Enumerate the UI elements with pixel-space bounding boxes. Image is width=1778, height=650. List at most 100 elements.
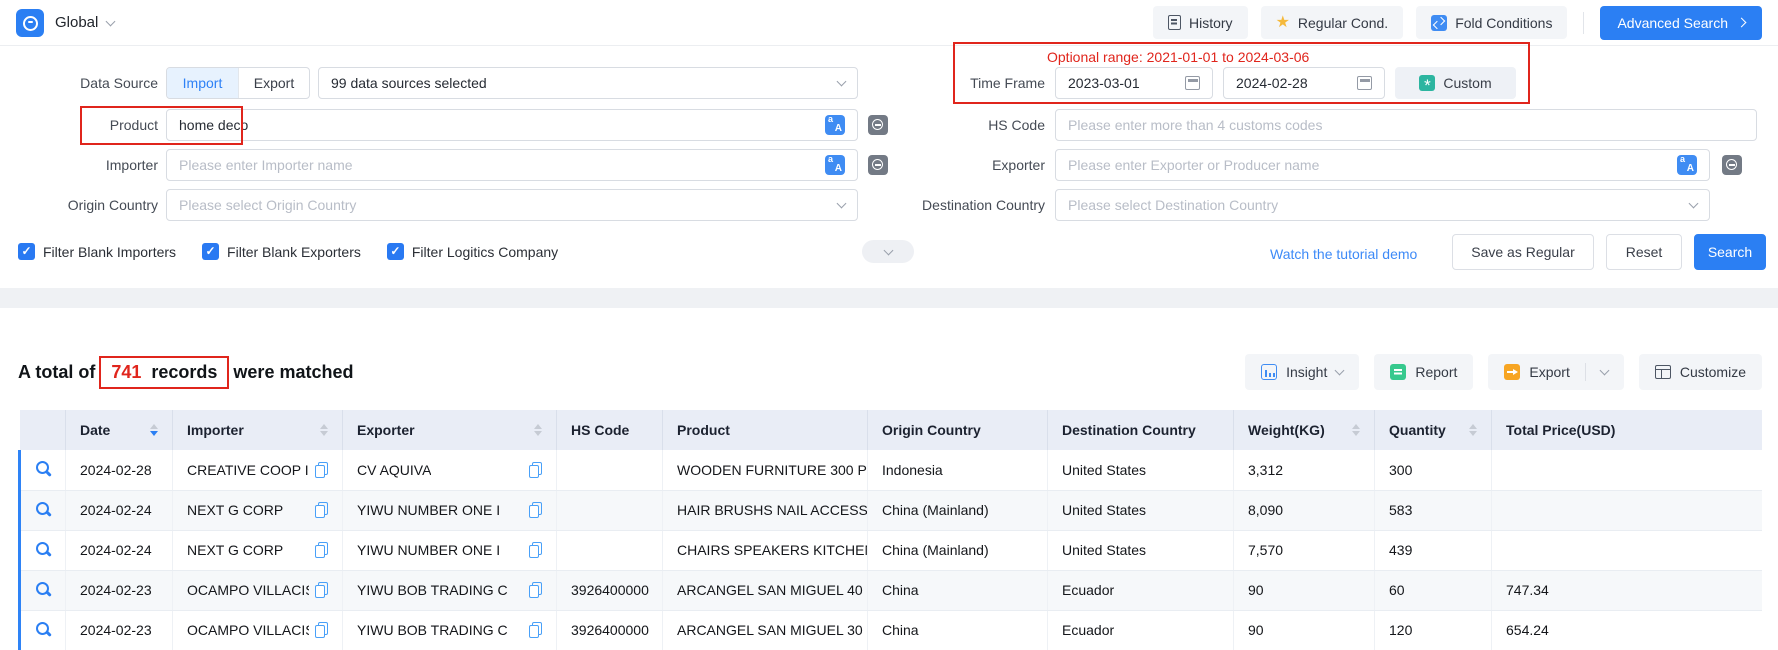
cell-weight: 3,312: [1234, 450, 1375, 490]
report-label: Report: [1415, 364, 1457, 380]
copy-icon[interactable]: [315, 462, 328, 478]
copy-icon[interactable]: [315, 622, 328, 638]
export-button[interactable]: Export: [1488, 354, 1623, 390]
header-product: Product: [663, 410, 868, 450]
cell-date: 2024-02-28: [66, 450, 173, 490]
header-quantity[interactable]: Quantity: [1375, 410, 1492, 450]
view-detail-icon[interactable]: [35, 501, 51, 517]
cell-quantity: 583: [1375, 490, 1492, 530]
insight-button[interactable]: Insight: [1245, 354, 1359, 390]
view-detail-icon[interactable]: [35, 621, 51, 637]
view-detail-icon[interactable]: [35, 460, 51, 476]
cell-product: ARCANGEL SAN MIGUEL 40: [663, 570, 868, 610]
importer-input[interactable]: Please enter Importer name: [166, 149, 858, 181]
product-input[interactable]: home deco: [166, 109, 858, 141]
importer-name: OCAMPO VILLACIS: [187, 582, 309, 598]
header-importer[interactable]: Importer: [173, 410, 343, 450]
search-button[interactable]: Search: [1694, 234, 1766, 270]
copy-icon[interactable]: [315, 582, 328, 598]
translate-icon[interactable]: [1677, 155, 1697, 175]
start-date-input[interactable]: 2023-03-01: [1055, 67, 1213, 99]
app-logo-icon: [16, 9, 44, 37]
cell-destination: Ecuador: [1048, 610, 1234, 650]
header-label: Quantity: [1389, 422, 1446, 438]
view-detail-icon[interactable]: [35, 541, 51, 557]
cell-exporter: CV AQUIVA: [343, 450, 557, 490]
cell-exporter: YIWU NUMBER ONE I: [343, 490, 557, 530]
history-button[interactable]: History: [1153, 6, 1248, 39]
reset-button[interactable]: Reset: [1606, 234, 1682, 270]
cell-weight: 7,570: [1234, 530, 1375, 570]
save-as-regular-button[interactable]: Save as Regular: [1452, 234, 1594, 270]
records-count: 741: [111, 362, 141, 383]
time-frame-label: Time Frame: [855, 67, 1045, 99]
cell-weight: 90: [1234, 610, 1375, 650]
product-value: home deco: [179, 117, 825, 133]
region-selector[interactable]: Global: [55, 14, 114, 31]
header-exporter[interactable]: Exporter: [343, 410, 557, 450]
filter-blank-exporters-checkbox[interactable]: Filter Blank Exporters: [202, 243, 361, 260]
destination-country-placeholder: Please select Destination Country: [1068, 197, 1690, 213]
calendar-icon: [1357, 76, 1372, 90]
fold-icon: [1431, 15, 1447, 31]
match-mode-icon[interactable]: [1722, 155, 1742, 175]
regular-cond-button[interactable]: ★ Regular Cond.: [1261, 6, 1404, 39]
header-label: Importer: [187, 422, 244, 438]
importer-name: NEXT G CORP: [187, 542, 283, 558]
copy-icon[interactable]: [529, 462, 542, 478]
advanced-search-button[interactable]: Advanced Search: [1600, 6, 1762, 40]
cell-importer: OCAMPO VILLACIS: [173, 610, 343, 650]
data-source-import-option[interactable]: Import: [167, 68, 238, 98]
fold-conditions-label: Fold Conditions: [1455, 15, 1552, 31]
hs-code-input[interactable]: Please enter more than 4 customs codes: [1055, 109, 1757, 141]
report-button[interactable]: Report: [1374, 354, 1473, 390]
chevron-down-icon[interactable]: [1599, 366, 1609, 376]
trade-data-search-screen: Global History ★ Regular Cond. Fold Cond…: [0, 0, 1778, 650]
cell-importer: OCAMPO VILLACIS: [173, 570, 343, 610]
cell-total-price: 654.24: [1492, 610, 1762, 650]
cell-quantity: 439: [1375, 530, 1492, 570]
origin-country-placeholder: Please select Origin Country: [179, 197, 838, 213]
copy-icon[interactable]: [315, 542, 328, 558]
optional-range-note: Optional range: 2021-01-01 to 2024-03-06: [1047, 49, 1309, 65]
copy-icon[interactable]: [315, 502, 328, 518]
header-label: Origin Country: [882, 422, 981, 438]
copy-icon[interactable]: [529, 542, 542, 558]
chevron-down-icon: [883, 245, 893, 255]
copy-icon[interactable]: [529, 502, 542, 518]
custom-range-button[interactable]: Custom: [1395, 67, 1516, 99]
regular-cond-label: Regular Cond.: [1298, 15, 1388, 31]
exporter-input[interactable]: Please enter Exporter or Producer name: [1055, 149, 1710, 181]
collapse-form-button[interactable]: [862, 240, 914, 263]
advanced-search-label: Advanced Search: [1617, 15, 1728, 31]
copy-icon[interactable]: [529, 622, 542, 638]
results-summary: A total of 741 records were matched: [18, 356, 353, 389]
end-date-input[interactable]: 2024-02-28: [1223, 67, 1385, 99]
header-date[interactable]: Date: [66, 410, 173, 450]
cell-hs-code: [557, 490, 663, 530]
filter-logistics-company-checkbox[interactable]: Filter Logitics Company: [387, 243, 558, 260]
sort-icon: [1352, 424, 1360, 437]
view-detail-icon[interactable]: [35, 581, 51, 597]
data-source-export-option[interactable]: Export: [238, 68, 309, 98]
checkbox-checked-icon: [18, 243, 35, 260]
filter-label: Filter Blank Exporters: [227, 244, 361, 260]
hs-code-placeholder: Please enter more than 4 customs codes: [1068, 117, 1744, 133]
copy-icon[interactable]: [529, 582, 542, 598]
data-sources-value: 99 data sources selected: [331, 75, 838, 91]
translate-icon[interactable]: [825, 155, 845, 175]
importer-placeholder: Please enter Importer name: [179, 157, 825, 173]
tutorial-demo-link[interactable]: Watch the tutorial demo: [1270, 246, 1417, 262]
cell-destination: Ecuador: [1048, 570, 1234, 610]
data-sources-select[interactable]: 99 data sources selected: [318, 67, 858, 99]
cell-product: CHAIRS SPEAKERS KITCHEN: [663, 530, 868, 570]
cell-origin: China (Mainland): [868, 490, 1048, 530]
fold-conditions-button[interactable]: Fold Conditions: [1416, 6, 1567, 39]
destination-country-select[interactable]: Please select Destination Country: [1055, 189, 1710, 221]
filter-blank-importers-checkbox[interactable]: Filter Blank Importers: [18, 243, 176, 260]
header-weight[interactable]: Weight(KG): [1234, 410, 1375, 450]
customize-button[interactable]: Customize: [1639, 354, 1762, 390]
origin-country-select[interactable]: Please select Origin Country: [166, 189, 858, 221]
table-row: 2024-02-24 NEXT G CORP YIWU NUMBER ONE I…: [20, 530, 1762, 570]
translate-icon[interactable]: [825, 115, 845, 135]
